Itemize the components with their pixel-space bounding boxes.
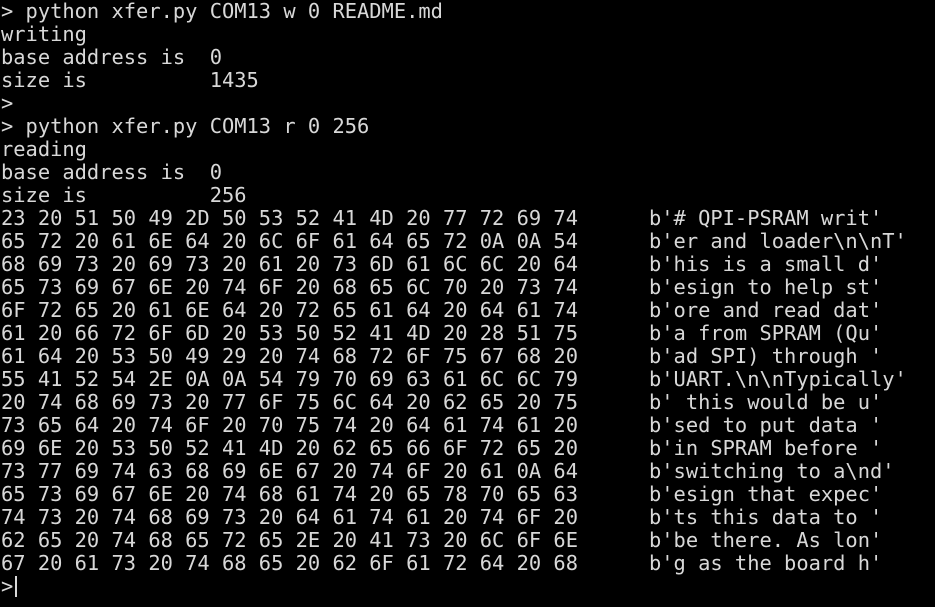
dump-row: 67 20 61 73 20 74 68 65 20 62 6F 61 72 6… <box>0 552 935 575</box>
terminal-window[interactable]: > python xfer.py COM13 w 0 README.md wri… <box>0 0 935 607</box>
prompt-symbol: > <box>1 574 14 598</box>
output-size-1: size is 1435 <box>1 68 259 92</box>
dump-ascii: b'# QPI-PSRAM writ' <box>649 206 883 230</box>
output-reading: reading <box>1 137 87 161</box>
dump-hex: 23 20 51 50 49 2D 50 53 52 41 4D 20 77 7… <box>1 206 578 230</box>
dump-ascii: b'sed to put data ' <box>649 413 883 437</box>
dump-ascii: b'his is a small d' <box>649 252 883 276</box>
dump-ascii: b'be there. As lon' <box>649 528 883 552</box>
dump-hex: 61 64 20 53 50 49 29 20 74 68 72 6F 75 6… <box>1 344 578 368</box>
output-writing: writing <box>1 22 87 46</box>
dump-row: 74 73 20 74 68 69 73 20 64 61 74 61 20 7… <box>0 506 935 529</box>
dump-row: 61 20 66 72 6F 6D 20 53 50 52 41 4D 20 2… <box>0 322 935 345</box>
text-cursor <box>15 576 18 597</box>
dump-hex: 61 20 66 72 6F 6D 20 53 50 52 41 4D 20 2… <box>1 321 578 345</box>
dump-hex: 69 6E 20 53 50 52 41 4D 20 62 65 66 6F 7… <box>1 436 578 460</box>
dump-hex: 65 73 69 67 6E 20 74 68 61 74 20 65 78 7… <box>1 482 578 506</box>
dump-row: 65 73 69 67 6E 20 74 68 61 74 20 65 78 7… <box>0 483 935 506</box>
dump-hex: 65 72 20 61 6E 64 20 6C 6F 61 64 65 72 0… <box>1 229 578 253</box>
dump-hex: 74 73 20 74 68 69 73 20 64 61 74 61 20 7… <box>1 505 578 529</box>
output-size-2: size is 256 <box>1 183 247 207</box>
dump-hex: 55 41 52 54 2E 0A 0A 54 79 70 69 63 61 6… <box>1 367 578 391</box>
dump-ascii: b'ad SPI) through ' <box>649 344 883 368</box>
dump-hex: 73 65 64 20 74 6F 20 70 75 74 20 64 61 7… <box>1 413 578 437</box>
dump-row: 62 65 20 74 68 65 72 65 2E 20 41 73 20 6… <box>0 529 935 552</box>
input-prompt-line[interactable]: > <box>0 575 935 598</box>
dump-ascii: b'esign to help st' <box>649 275 883 299</box>
dump-hex: 67 20 61 73 20 74 68 65 20 62 6F 61 72 6… <box>1 551 578 575</box>
dump-hex: 20 74 68 69 73 20 77 6F 75 6C 64 20 62 6… <box>1 390 578 414</box>
dump-hex: 62 65 20 74 68 65 72 65 2E 20 41 73 20 6… <box>1 528 578 552</box>
output-base-address-2: base address is 0 <box>1 160 222 184</box>
dump-hex: 65 73 69 67 6E 20 74 6F 20 68 65 6C 70 2… <box>1 275 578 299</box>
dump-ascii: b'a from SPRAM (Qu' <box>649 321 883 345</box>
dump-row: 65 72 20 61 6E 64 20 6C 6F 61 64 65 72 0… <box>0 230 935 253</box>
dump-row: 6F 72 65 20 61 6E 64 20 72 65 61 64 20 6… <box>0 299 935 322</box>
hex-dump: 23 20 51 50 49 2D 50 53 52 41 4D 20 77 7… <box>0 207 935 575</box>
dump-ascii: b'ts this data to ' <box>649 505 883 529</box>
dump-hex: 73 77 69 74 63 68 69 6E 67 20 74 6F 20 6… <box>1 459 578 483</box>
dump-ascii: b' this would be u' <box>649 390 883 414</box>
dump-row: 23 20 51 50 49 2D 50 53 52 41 4D 20 77 7… <box>0 207 935 230</box>
dump-ascii: b'in SPRAM before ' <box>649 436 883 460</box>
dump-row: 65 73 69 67 6E 20 74 6F 20 68 65 6C 70 2… <box>0 276 935 299</box>
dump-ascii: b'UART.\n\nTypically' <box>649 367 907 391</box>
dump-row: 55 41 52 54 2E 0A 0A 54 79 70 69 63 61 6… <box>0 368 935 391</box>
command-line-1: > python xfer.py COM13 w 0 README.md <box>1 0 443 23</box>
dump-row: 20 74 68 69 73 20 77 6F 75 6C 64 20 62 6… <box>0 391 935 414</box>
dump-row: 68 69 73 20 69 73 20 61 20 73 6D 61 6C 6… <box>0 253 935 276</box>
dump-row: 69 6E 20 53 50 52 41 4D 20 62 65 66 6F 7… <box>0 437 935 460</box>
dump-row: 73 65 64 20 74 6F 20 70 75 74 20 64 61 7… <box>0 414 935 437</box>
command-line-2: > python xfer.py COM13 r 0 256 <box>1 114 370 138</box>
dump-hex: 6F 72 65 20 61 6E 64 20 72 65 61 64 20 6… <box>1 298 578 322</box>
dump-row: 73 77 69 74 63 68 69 6E 67 20 74 6F 20 6… <box>0 460 935 483</box>
dump-ascii: b'er and loader\n\nT' <box>649 229 907 253</box>
output-base-address-1: base address is 0 <box>1 45 222 69</box>
dump-hex: 68 69 73 20 69 73 20 61 20 73 6D 61 6C 6… <box>1 252 578 276</box>
dump-ascii: b'esign that expec' <box>649 482 883 506</box>
dump-ascii: b'ore and read dat' <box>649 298 883 322</box>
dump-ascii: b'switching to a\nd' <box>649 459 895 483</box>
dump-ascii: b'g as the board h' <box>649 551 883 575</box>
empty-prompt: > <box>1 91 14 115</box>
dump-row: 61 64 20 53 50 49 29 20 74 68 72 6F 75 6… <box>0 345 935 368</box>
